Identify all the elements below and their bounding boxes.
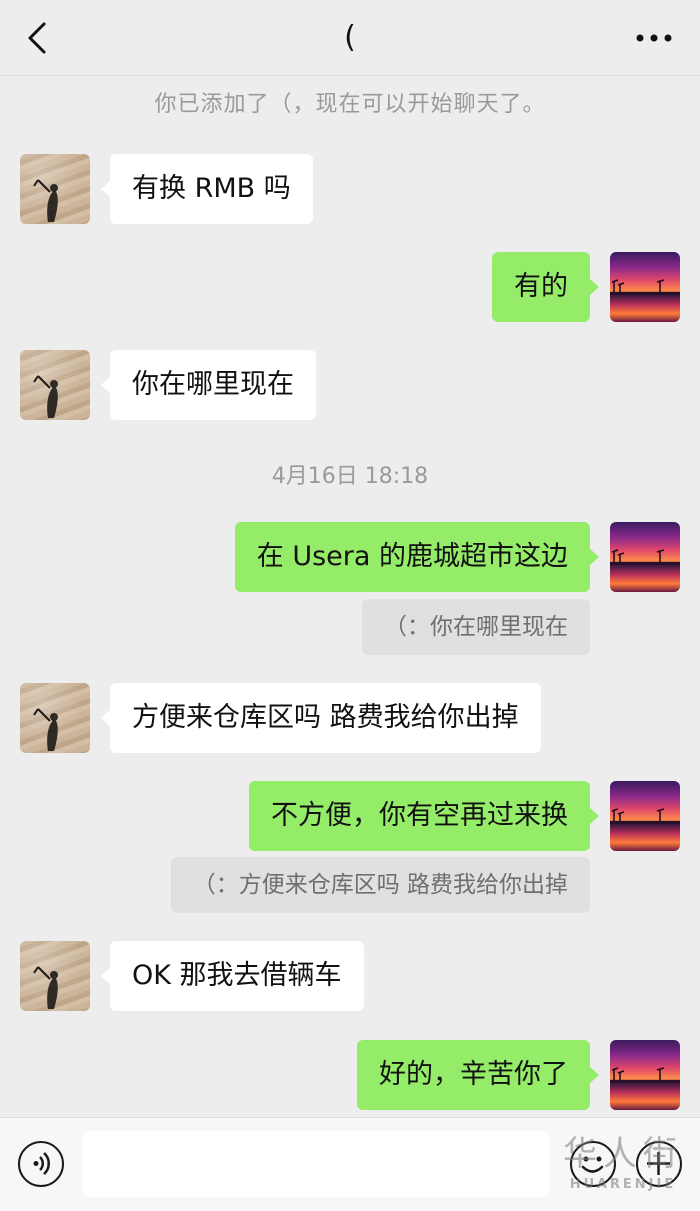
person-shadow-icon [33,179,58,222]
message-bubble-outgoing[interactable]: 不方便，你有空再过来换 [249,781,599,851]
sunset-image-icon [610,549,680,565]
message-bubble-incoming[interactable]: OK 那我去借辆车 [101,941,364,1011]
message-bubble-incoming[interactable]: 方便来仓库区吗 路费我给你出掉 [101,683,541,753]
contact-avatar[interactable] [20,350,90,420]
message-timestamp: 4月16日 18:18 [271,464,429,489]
person-shadow-icon [33,966,58,1009]
quoted-message[interactable]: （：你在哪里现在 [362,599,590,655]
my-avatar[interactable] [610,1040,680,1110]
message-bubble-outgoing[interactable]: 好的，辛苦你了 [357,1040,599,1110]
site-watermark: 华人街 HUARENJIE [548,1132,698,1204]
my-avatar[interactable] [610,781,680,851]
chat-title: ( [344,20,356,55]
message-bubble-outgoing[interactable]: 有的 [492,252,599,322]
voice-button[interactable] [18,1141,64,1187]
voice-icon [33,1152,50,1175]
message-bubble-incoming[interactable]: 有换 RMB 吗 [101,154,313,224]
watermark-en: HUARENJIE [569,1177,677,1192]
more-dots-icon [636,34,672,42]
contact-avatar[interactable] [20,941,90,1011]
person-shadow-icon [33,375,58,418]
quoted-message[interactable]: （：方便来仓库区吗 路费我给你出掉 [170,857,590,913]
chat-header: ( [0,0,700,76]
my-avatar[interactable] [610,522,680,592]
my-avatar[interactable] [610,252,680,322]
contact-avatar[interactable] [20,683,90,753]
sunset-image-icon [610,279,680,295]
person-shadow-icon [33,708,58,751]
message-bubble-incoming[interactable]: 你在哪里现在 [101,350,316,420]
message-input[interactable] [82,1131,550,1197]
contact-avatar[interactable] [20,154,90,224]
watermark-cn: 华人街 [563,1134,683,1174]
system-note: 你已添加了（，现在可以开始聊天了。 [154,92,546,117]
more-button[interactable] [632,20,676,56]
message-bubble-outgoing[interactable]: 在 Usera 的鹿城超市这边 [234,522,600,592]
sunset-image-icon [610,808,680,824]
sunset-image-icon [610,1067,680,1083]
